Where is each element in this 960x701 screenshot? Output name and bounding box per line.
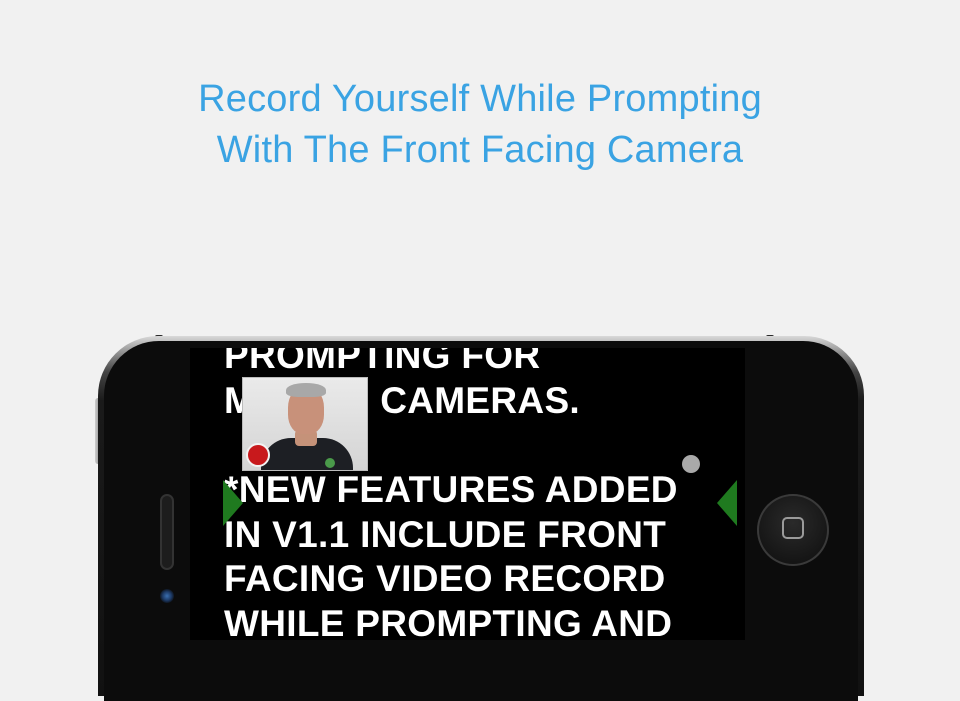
scroll-position-indicator[interactable] [682, 455, 700, 473]
headline: Record Yourself While Prompting With The… [0, 74, 960, 176]
home-square-icon [782, 517, 804, 539]
presenter-badge [325, 458, 335, 468]
right-marker-triangle-icon [717, 480, 737, 526]
headline-line-2: With The Front Facing Camera [216, 129, 744, 171]
prompter-line: FACING VIDEO RECORD [224, 558, 666, 599]
record-button[interactable] [246, 443, 270, 467]
prompter-line: PROMPTING FOR [224, 348, 541, 376]
left-marker-triangle-icon [223, 480, 243, 526]
prompter-line: IN V1.1 INCLUDE FRONT [224, 513, 667, 555]
headline-line-1: Record Yourself While Prompting [198, 78, 762, 120]
earpiece-speaker [160, 494, 174, 570]
presenter-hair [286, 383, 326, 397]
front-camera-icon [160, 589, 174, 603]
home-button[interactable] [757, 494, 829, 566]
prompter-line: *NEW FEATURES ADDED [224, 469, 678, 510]
prompter-line: WHILE PROMPTING AND [224, 602, 673, 641]
